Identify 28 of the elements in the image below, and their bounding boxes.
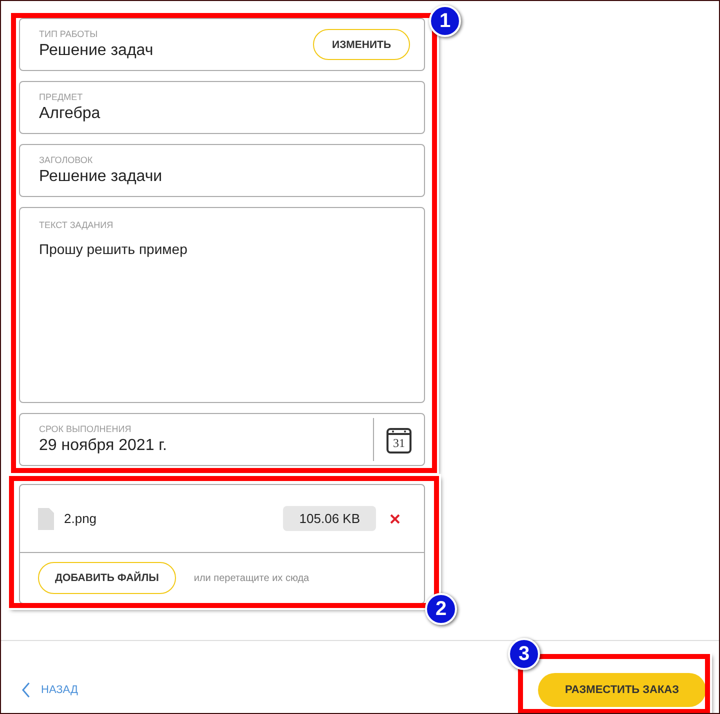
field-value: 29 ноября 2021 г. bbox=[39, 437, 168, 455]
callout-number: 1 bbox=[429, 5, 461, 37]
field-label: ПРЕДМЕТ bbox=[39, 92, 84, 102]
file-size: 105.06 KB bbox=[283, 506, 376, 531]
text-field[interactable]: ТИП РАБОТЫ Решение задач ИЗМЕНИТЬ bbox=[19, 18, 425, 71]
field-label: ТИП РАБОТЫ bbox=[39, 29, 99, 39]
submit-button[interactable]: РАЗМЕСТИТЬ ЗАКАЗ bbox=[538, 673, 706, 707]
callout-number: 2 bbox=[425, 593, 457, 625]
calendar-icon[interactable]: 31 bbox=[386, 426, 412, 454]
callout-number: 3 bbox=[508, 638, 540, 670]
field-value: Прошу решить пример bbox=[39, 241, 188, 257]
add-files-button[interactable]: ДОБАВИТЬ ФАЙЛЫ bbox=[38, 562, 176, 594]
field-value: Решение задачи bbox=[39, 168, 164, 186]
text-area[interactable]: ТЕКСТ ЗАДАНИЯ Прошу решить пример bbox=[19, 207, 425, 403]
text-field[interactable]: ЗАГОЛОВОК Решение задачи bbox=[19, 144, 425, 197]
field-label: ТЕКСТ ЗАДАНИЯ bbox=[39, 220, 114, 230]
field-value: Алгебра bbox=[39, 105, 102, 123]
chevron-left-icon bbox=[21, 682, 31, 698]
change-button[interactable]: ИЗМЕНИТЬ bbox=[313, 29, 410, 60]
date-field[interactable]: СРОК ВЫПОЛНЕНИЯ 29 ноября 2021 г. 31 bbox=[19, 413, 425, 466]
text-field[interactable]: ПРЕДМЕТ Алгебра bbox=[19, 81, 425, 134]
file-icon bbox=[38, 508, 54, 530]
field-value: Решение задач bbox=[39, 42, 154, 60]
field-label: СРОК ВЫПОЛНЕНИЯ bbox=[39, 424, 132, 434]
drop-hint: или перетащите их сюда bbox=[194, 572, 310, 584]
close-icon[interactable] bbox=[390, 514, 400, 524]
file-name: 2.png bbox=[64, 511, 98, 526]
field-label: ЗАГОЛОВОК bbox=[39, 155, 94, 165]
